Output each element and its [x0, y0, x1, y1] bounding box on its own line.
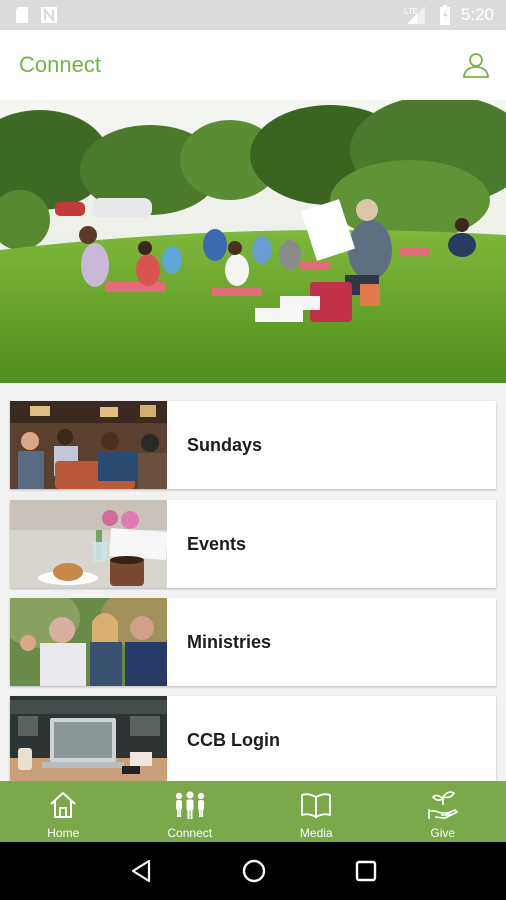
signal-icon: LTE: [404, 6, 425, 24]
menu-item-sundays[interactable]: Sundays: [10, 401, 496, 489]
app-bar: Connect: [0, 30, 506, 100]
network-label: LTE: [404, 7, 418, 16]
tab-give[interactable]: Give: [380, 781, 506, 842]
menu-item-label: Sundays: [187, 434, 263, 455]
sundays-thumbnail: [10, 401, 167, 489]
people-icon: [175, 791, 204, 819]
back-icon[interactable]: [129, 859, 153, 883]
menu-item-ccb-login[interactable]: CCB Login: [10, 696, 496, 781]
book-icon: [301, 793, 332, 819]
sd-card-icon: [16, 7, 28, 23]
tab-home[interactable]: Home: [0, 781, 127, 842]
bottom-tab-bar: Home Connect Media Give: [0, 781, 506, 842]
recents-icon[interactable]: [355, 860, 377, 882]
n-notification-icon: [41, 6, 57, 24]
menu-item-ministries[interactable]: Ministries: [10, 598, 496, 686]
battery-icon: [439, 5, 450, 25]
tab-label: Home: [47, 826, 80, 840]
menu-item-label: Ministries: [187, 631, 272, 652]
menu-item-label: CCB Login: [187, 729, 280, 750]
home-circle-icon[interactable]: [241, 858, 267, 884]
profile-icon[interactable]: [462, 51, 490, 79]
clock: 5:20: [460, 5, 494, 24]
tab-label: Media: [299, 826, 333, 840]
menu-item-events[interactable]: Events: [10, 500, 496, 588]
events-thumbnail: [10, 500, 167, 588]
tab-media[interactable]: Media: [253, 781, 380, 842]
menu-list: Sundays Events Ministries CCB Login: [0, 383, 506, 781]
tab-label: Give: [430, 826, 456, 840]
home-icon: [50, 791, 76, 818]
tab-connect[interactable]: Connect: [127, 781, 254, 842]
tab-label: Connect: [167, 826, 213, 840]
ministries-thumbnail: [10, 598, 167, 686]
page-title: Connect: [19, 52, 101, 77]
hand-plant-icon: [427, 791, 459, 819]
status-bar: LTE 5:20: [0, 0, 506, 30]
ccb-login-thumbnail: [10, 696, 167, 781]
menu-item-label: Events: [187, 533, 247, 554]
system-nav-bar: [0, 842, 506, 900]
hero-image: [0, 100, 506, 383]
